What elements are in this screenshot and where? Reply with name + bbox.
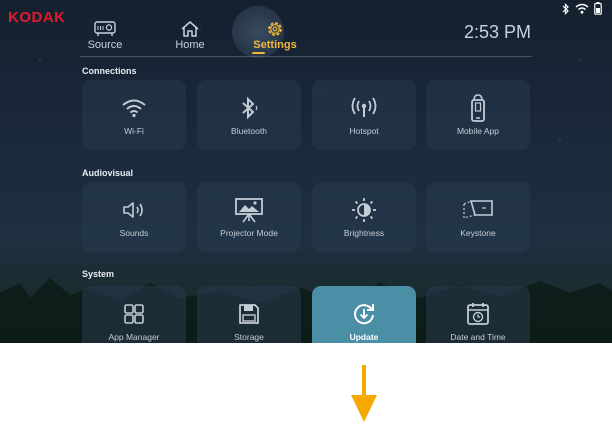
tile-sounds[interactable]: Sounds bbox=[82, 182, 186, 252]
tile-label: Sounds bbox=[119, 228, 149, 238]
mobile-app-icon bbox=[468, 94, 488, 122]
app-grid-icon bbox=[122, 301, 146, 327]
header-divider bbox=[80, 56, 532, 57]
tile-label: App Manager bbox=[108, 332, 160, 342]
update-icon bbox=[351, 301, 377, 327]
tile-bluetooth[interactable]: Bluetooth bbox=[197, 80, 301, 150]
kodak-logo: KODAK bbox=[8, 9, 66, 26]
tile-mobile-app[interactable]: Mobile App bbox=[426, 80, 530, 150]
keystone-icon bbox=[461, 197, 495, 223]
projector-icon bbox=[75, 20, 135, 38]
nav-label-settings: Settings bbox=[253, 39, 297, 51]
tile-hotspot[interactable]: Hotspot bbox=[312, 80, 416, 150]
section-title-audiovisual: Audiovisual bbox=[82, 168, 134, 178]
status-bar bbox=[562, 2, 602, 15]
speaker-icon bbox=[121, 197, 147, 223]
tile-label: Wi-Fi bbox=[124, 126, 144, 136]
section-title-system: System bbox=[82, 269, 115, 279]
bluetooth-icon bbox=[562, 2, 570, 15]
clock: 2:53 PM bbox=[464, 22, 532, 42]
save-icon bbox=[237, 301, 261, 327]
tile-update[interactable]: Update bbox=[312, 286, 416, 343]
tile-label: Mobile App bbox=[456, 126, 500, 136]
projector-screen-icon bbox=[234, 197, 264, 223]
nav-item-source[interactable]: Source bbox=[75, 20, 135, 51]
tile-date-and-time[interactable]: Date and Time bbox=[426, 286, 530, 343]
calendar-clock-icon bbox=[465, 301, 491, 327]
hotspot-icon bbox=[349, 95, 379, 121]
section-title-connections: Connections bbox=[82, 66, 137, 76]
tile-label: Bluetooth bbox=[231, 126, 267, 136]
home-icon bbox=[160, 20, 220, 38]
bluetooth-icon bbox=[237, 95, 261, 121]
tile-label: Hotspot bbox=[349, 126, 379, 136]
tile-label: Brightness bbox=[343, 228, 385, 238]
nav-label-source: Source bbox=[87, 39, 123, 51]
tile-wifi[interactable]: Wi-Fi bbox=[82, 80, 186, 150]
nav-item-home[interactable]: Home bbox=[160, 20, 220, 51]
top-nav: Source Home Settings bbox=[75, 20, 330, 51]
wifi-icon bbox=[575, 3, 589, 14]
tile-projector-mode[interactable]: Projector Mode bbox=[197, 182, 301, 252]
tile-app-manager[interactable]: App Manager bbox=[82, 286, 186, 343]
projector-screen: KODAK Source Home Settings 2:53 PM Conne… bbox=[0, 0, 612, 343]
nav-label-home: Home bbox=[175, 39, 205, 51]
tile-label: Projector Mode bbox=[220, 228, 278, 238]
nav-item-settings[interactable]: Settings bbox=[245, 20, 305, 51]
active-nav-indicator bbox=[252, 52, 265, 54]
tile-label: Keystone bbox=[460, 228, 496, 238]
tile-keystone[interactable]: Keystone bbox=[426, 182, 530, 252]
wifi-icon bbox=[121, 95, 147, 121]
tile-storage[interactable]: Storage bbox=[197, 286, 301, 343]
tile-label: Date and Time bbox=[450, 332, 506, 342]
tile-brightness[interactable]: Brightness bbox=[312, 182, 416, 252]
arrow-down-icon bbox=[351, 365, 377, 422]
tile-label: Update bbox=[349, 332, 379, 342]
brightness-icon bbox=[350, 197, 378, 223]
battery-icon bbox=[594, 2, 602, 15]
tile-label: Storage bbox=[234, 332, 264, 342]
gear-icon bbox=[245, 20, 305, 38]
